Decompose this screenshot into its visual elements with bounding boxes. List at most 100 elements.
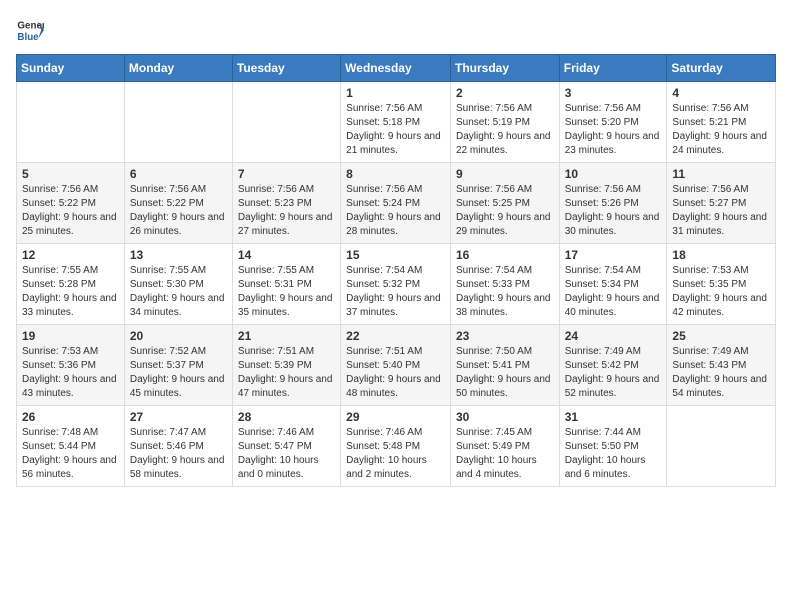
day-info: Sunrise: 7:44 AM Sunset: 5:50 PM Dayligh… [565,426,662,482]
day-info: Sunrise: 7:49 AM Sunset: 5:43 PM Dayligh… [672,345,770,401]
weekday-header-saturday: Saturday [667,55,776,82]
day-info: Sunrise: 7:55 AM Sunset: 5:28 PM Dayligh… [22,264,119,320]
calendar-cell: 21 Sunrise: 7:51 AM Sunset: 5:39 PM Dayli… [232,325,340,406]
calendar-cell: 3Sunrise: 7:56 AM Sunset: 5:20 PM Daylig… [559,82,667,163]
day-info: Sunrise: 7:51 AM Sunset: 5:39 PM Dayligh… [238,345,335,401]
weekday-header-wednesday: Wednesday [341,55,451,82]
day-number: 27 [130,410,227,424]
day-number: 9 [456,167,554,181]
calendar-cell: 31Sunrise: 7:44 AM Sunset: 5:50 PM Dayli… [559,406,667,487]
calendar-cell [232,82,340,163]
day-info: Sunrise: 7:54 AM Sunset: 5:32 PM Dayligh… [346,264,445,320]
day-number: 12 [22,248,119,262]
day-info: Sunrise: 7:54 AM Sunset: 5:34 PM Dayligh… [565,264,662,320]
calendar-cell: 12 Sunrise: 7:55 AM Sunset: 5:28 PM Dayli… [17,244,125,325]
calendar-cell: 19Sunrise: 7:53 AM Sunset: 5:36 PM Dayli… [17,325,125,406]
calendar-cell: 20 Sunrise: 7:52 AM Sunset: 5:37 PM Dayli… [124,325,232,406]
week-row-2: 5 Sunrise: 7:56 AM Sunset: 5:22 PM Daylig… [17,163,776,244]
calendar-cell: 7 Sunrise: 7:56 AM Sunset: 5:23 PM Daylig… [232,163,340,244]
day-info: Sunrise: 7:56 AM Sunset: 5:22 PM Dayligh… [22,183,119,239]
day-number: 4 [672,86,770,100]
day-number: 21 [238,329,335,343]
week-row-1: 1 Sunrise: 7:56 AM Sunset: 5:18 PM Daylig… [17,82,776,163]
logo: General Blue [16,16,44,44]
day-info: Sunrise: 7:54 AM Sunset: 5:33 PM Dayligh… [456,264,554,320]
day-info: Sunrise: 7:56 AM Sunset: 5:25 PM Dayligh… [456,183,554,239]
day-info: Sunrise: 7:48 AM Sunset: 5:44 PM Dayligh… [22,426,119,482]
day-info: Sunrise: 7:49 AM Sunset: 5:42 PM Dayligh… [565,345,662,401]
day-number: 8 [346,167,445,181]
weekday-header-row: SundayMondayTuesdayWednesdayThursdayFrid… [17,55,776,82]
calendar-cell: 24 Sunrise: 7:49 AM Sunset: 5:42 PM Dayli… [559,325,667,406]
day-number: 14 [238,248,335,262]
day-number: 28 [238,410,335,424]
calendar-cell [17,82,125,163]
calendar-cell: 11 Sunrise: 7:56 AM Sunset: 5:27 PM Dayli… [667,163,776,244]
calendar-cell: 23Sunrise: 7:50 AM Sunset: 5:41 PM Dayli… [450,325,559,406]
day-number: 10 [565,167,662,181]
day-info: Sunrise: 7:56 AM Sunset: 5:18 PM Dayligh… [346,102,445,158]
day-info: Sunrise: 7:55 AM Sunset: 5:31 PM Dayligh… [238,264,335,320]
calendar-cell: 1 Sunrise: 7:56 AM Sunset: 5:18 PM Daylig… [341,82,451,163]
day-number: 7 [238,167,335,181]
day-info: Sunrise: 7:56 AM Sunset: 5:27 PM Dayligh… [672,183,770,239]
day-info: Sunrise: 7:46 AM Sunset: 5:48 PM Dayligh… [346,426,445,482]
day-info: Sunrise: 7:45 AM Sunset: 5:49 PM Dayligh… [456,426,554,482]
day-number: 18 [672,248,770,262]
calendar-cell: 4 Sunrise: 7:56 AM Sunset: 5:21 PM Daylig… [667,82,776,163]
day-number: 6 [130,167,227,181]
calendar-cell: 10Sunrise: 7:56 AM Sunset: 5:26 PM Dayli… [559,163,667,244]
day-info: Sunrise: 7:56 AM Sunset: 5:22 PM Dayligh… [130,183,227,239]
day-number: 20 [130,329,227,343]
logo-icon: General Blue [16,16,44,44]
day-info: Sunrise: 7:56 AM Sunset: 5:19 PM Dayligh… [456,102,554,158]
weekday-header-thursday: Thursday [450,55,559,82]
weekday-header-tuesday: Tuesday [232,55,340,82]
day-info: Sunrise: 7:47 AM Sunset: 5:46 PM Dayligh… [130,426,227,482]
svg-text:Blue: Blue [17,32,39,43]
week-row-4: 19Sunrise: 7:53 AM Sunset: 5:36 PM Dayli… [17,325,776,406]
calendar-cell: 8 Sunrise: 7:56 AM Sunset: 5:24 PM Daylig… [341,163,451,244]
calendar-cell [124,82,232,163]
day-number: 22 [346,329,445,343]
calendar-cell: 14 Sunrise: 7:55 AM Sunset: 5:31 PM Dayli… [232,244,340,325]
calendar-cell [667,406,776,487]
day-info: Sunrise: 7:53 AM Sunset: 5:35 PM Dayligh… [672,264,770,320]
calendar-cell: 17Sunrise: 7:54 AM Sunset: 5:34 PM Dayli… [559,244,667,325]
day-number: 19 [22,329,119,343]
day-info: Sunrise: 7:52 AM Sunset: 5:37 PM Dayligh… [130,345,227,401]
day-number: 5 [22,167,119,181]
calendar-cell: 30 Sunrise: 7:45 AM Sunset: 5:49 PM Dayli… [450,406,559,487]
day-number: 16 [456,248,554,262]
day-number: 26 [22,410,119,424]
day-info: Sunrise: 7:56 AM Sunset: 5:23 PM Dayligh… [238,183,335,239]
week-row-5: 26 Sunrise: 7:48 AM Sunset: 5:44 PM Dayli… [17,406,776,487]
calendar-cell: 9 Sunrise: 7:56 AM Sunset: 5:25 PM Daylig… [450,163,559,244]
calendar-cell: 25 Sunrise: 7:49 AM Sunset: 5:43 PM Dayli… [667,325,776,406]
day-info: Sunrise: 7:56 AM Sunset: 5:24 PM Dayligh… [346,183,445,239]
day-number: 3 [565,86,662,100]
day-number: 15 [346,248,445,262]
page-header: General Blue [16,16,776,44]
calendar-cell: 5 Sunrise: 7:56 AM Sunset: 5:22 PM Daylig… [17,163,125,244]
calendar-cell: 27 Sunrise: 7:47 AM Sunset: 5:46 PM Dayli… [124,406,232,487]
calendar-cell: 18 Sunrise: 7:53 AM Sunset: 5:35 PM Dayli… [667,244,776,325]
calendar-cell: 16 Sunrise: 7:54 AM Sunset: 5:33 PM Dayli… [450,244,559,325]
day-number: 29 [346,410,445,424]
day-info: Sunrise: 7:56 AM Sunset: 5:21 PM Dayligh… [672,102,770,158]
calendar-cell: 29 Sunrise: 7:46 AM Sunset: 5:48 PM Dayli… [341,406,451,487]
day-number: 11 [672,167,770,181]
calendar-table: SundayMondayTuesdayWednesdayThursdayFrid… [16,54,776,487]
day-number: 30 [456,410,554,424]
weekday-header-monday: Monday [124,55,232,82]
calendar-cell: 6 Sunrise: 7:56 AM Sunset: 5:22 PM Daylig… [124,163,232,244]
day-number: 25 [672,329,770,343]
day-number: 1 [346,86,445,100]
calendar-cell: 22Sunrise: 7:51 AM Sunset: 5:40 PM Dayli… [341,325,451,406]
calendar-cell: 28 Sunrise: 7:46 AM Sunset: 5:47 PM Dayli… [232,406,340,487]
calendar-cell: 13Sunrise: 7:55 AM Sunset: 5:30 PM Dayli… [124,244,232,325]
day-info: Sunrise: 7:46 AM Sunset: 5:47 PM Dayligh… [238,426,335,482]
day-number: 23 [456,329,554,343]
day-number: 24 [565,329,662,343]
day-number: 13 [130,248,227,262]
